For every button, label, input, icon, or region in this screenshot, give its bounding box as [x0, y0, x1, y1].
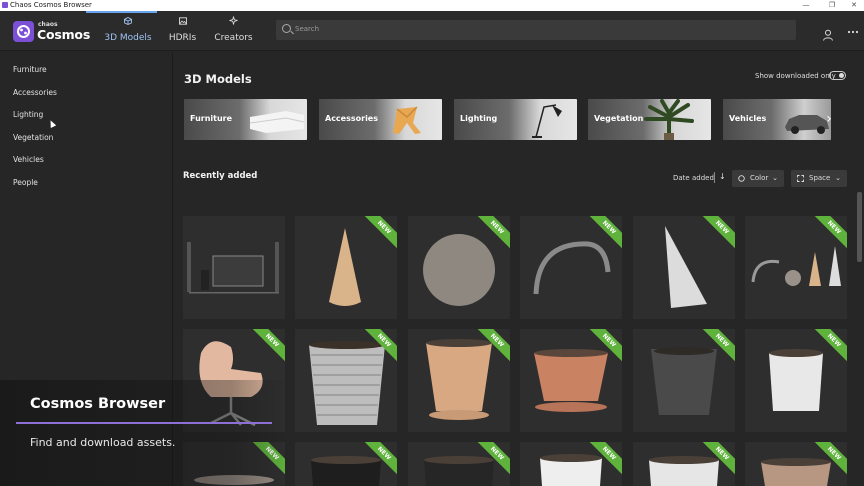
brand-name: Cosmos: [37, 27, 91, 42]
maximize-icon[interactable]: ❐: [824, 0, 840, 11]
category-label: Furniture: [190, 114, 233, 123]
close-icon[interactable]: ✕: [846, 0, 862, 11]
asset-thumbnail: [761, 458, 831, 486]
asset-thumbnail: [426, 339, 492, 420]
sidebar-item-people[interactable]: People: [13, 178, 38, 187]
scrollbar[interactable]: [855, 52, 864, 486]
category-card-furniture[interactable]: Furniture: [184, 99, 307, 140]
space-filter-label: Space: [809, 174, 831, 182]
image-icon: [165, 16, 200, 30]
cosmos-logo-icon: [13, 21, 34, 42]
asset-card-shape-set[interactable]: NEW: [745, 216, 847, 319]
page-title: 3D Models: [184, 72, 252, 86]
asset-card-clay-bowl[interactable]: NEW: [745, 442, 847, 486]
show-downloaded-label: Show downloaded only: [755, 72, 836, 80]
space-filter-dropdown[interactable]: Space ⌄: [791, 170, 847, 187]
asset-card-dark-pot[interactable]: NEW: [408, 442, 510, 486]
sort-divider: [714, 172, 715, 183]
asset-thumbnail: [309, 341, 385, 425]
caption-divider: [16, 422, 272, 424]
asset-thumbnail: [533, 241, 611, 295]
chevron-down-icon: ⌄: [835, 174, 841, 182]
scrollbar-thumb[interactable]: [857, 192, 862, 262]
caption-subtitle: Find and download assets.: [30, 436, 176, 449]
asset-thumbnail: [751, 246, 841, 286]
asset-thumbnail: [534, 349, 608, 412]
asset-thumbnail: [649, 456, 719, 486]
asset-thumbnail: [311, 456, 381, 486]
category-label: Lighting: [460, 114, 498, 123]
asset-thumbnail: [665, 226, 707, 308]
minimize-icon[interactable]: —: [798, 0, 814, 11]
category-label: Vehicles: [729, 114, 767, 123]
category-card-lighting[interactable]: Lighting: [454, 99, 577, 140]
recently-added-title: Recently added: [183, 171, 258, 181]
category-card-accessories[interactable]: Accessories: [319, 99, 442, 140]
asset-thumbnail: [424, 456, 494, 486]
cube-icon: [103, 16, 153, 30]
chevron-down-icon: ⌄: [772, 174, 778, 182]
color-filter-dropdown[interactable]: Color ⌄: [732, 170, 784, 187]
tab-label: Creators: [214, 33, 253, 43]
lamp-image: [532, 104, 562, 138]
asset-card-sphere[interactable]: NEW: [408, 216, 510, 319]
asset-card-ribbed-planter[interactable]: NEW: [295, 329, 397, 432]
asset-card-bowl-pot[interactable]: NEW: [520, 329, 622, 432]
asset-card-square-planter[interactable]: NEW: [633, 329, 735, 432]
tab-3d-models[interactable]: 3D Models: [103, 16, 153, 50]
tab-label: HDRIs: [168, 33, 197, 43]
sidebar-item-furniture[interactable]: Furniture: [13, 65, 47, 74]
asset-card-white-bowl[interactable]: NEW: [633, 442, 735, 486]
sofa-image: [249, 111, 305, 133]
asset-card-arch[interactable]: NEW: [520, 216, 622, 319]
sparkle-icon: [211, 16, 256, 30]
show-downloaded-toggle[interactable]: [829, 71, 846, 80]
asset-card-black-pot[interactable]: NEW: [295, 442, 397, 486]
asset-thumbnail: [187, 242, 279, 294]
active-tab-indicator: [86, 11, 157, 13]
asset-card-cone[interactable]: NEW: [295, 216, 397, 319]
sort-dropdown[interactable]: Date added: [673, 174, 714, 182]
tab-hdris[interactable]: HDRIs: [165, 16, 200, 50]
tab-creators[interactable]: Creators: [211, 16, 256, 50]
window-title: Chaos Cosmos Browser: [10, 1, 92, 9]
asset-card-white-planter[interactable]: NEW: [520, 442, 622, 486]
sort-direction-icon[interactable]: ↓: [719, 172, 726, 181]
app-icon: [2, 2, 8, 8]
asset-thumbnail: [651, 347, 717, 415]
sidebar-item-vehicles[interactable]: Vehicles: [13, 155, 44, 164]
asset-thumbnail: [423, 234, 495, 306]
asset-card-sound-system[interactable]: [183, 216, 285, 319]
category-card-vehicles[interactable]: Vehicles: [723, 99, 831, 140]
search-input[interactable]: Search: [295, 25, 319, 33]
search-icon: [282, 24, 291, 33]
caption-title: Cosmos Browser: [30, 396, 166, 412]
expand-icon: [797, 175, 804, 182]
app-window: Chaos Cosmos Browser — ❐ ✕ chaos Cosmos …: [0, 0, 864, 486]
asset-thumbnail: [329, 228, 361, 306]
title-bar: Chaos Cosmos Browser — ❐ ✕: [0, 0, 864, 11]
sidebar-item-lighting[interactable]: Lighting: [13, 110, 43, 119]
category-label: Accessories: [325, 114, 378, 123]
app-header: chaos Cosmos 3D Models HDRIs Creators Se…: [0, 11, 864, 51]
asset-card-wedge[interactable]: NEW: [633, 216, 735, 319]
plant-image: [644, 99, 694, 140]
sidebar-item-vegetation[interactable]: Vegetation: [13, 133, 53, 142]
sidebar-item-accessories[interactable]: Accessories: [13, 88, 57, 97]
chevron-right-icon[interactable]: ›: [819, 99, 839, 140]
toggle-knob: [839, 73, 844, 78]
tab-label: 3D Models: [104, 33, 152, 43]
color-circle-icon: [738, 175, 745, 182]
more-options-icon[interactable]: [846, 26, 860, 38]
category-card-vegetation[interactable]: Vegetation: [588, 99, 711, 140]
category-label: Vegetation: [594, 114, 644, 123]
user-icon[interactable]: [822, 26, 834, 41]
chair-image: [393, 106, 421, 134]
asset-thumbnail: [540, 454, 602, 486]
color-filter-label: Color: [750, 174, 769, 182]
asset-card-white-pot[interactable]: NEW: [745, 329, 847, 432]
asset-thumbnail: [769, 349, 823, 411]
search-box[interactable]: Search: [276, 20, 796, 40]
asset-card-terracotta-pot[interactable]: NEW: [408, 329, 510, 432]
